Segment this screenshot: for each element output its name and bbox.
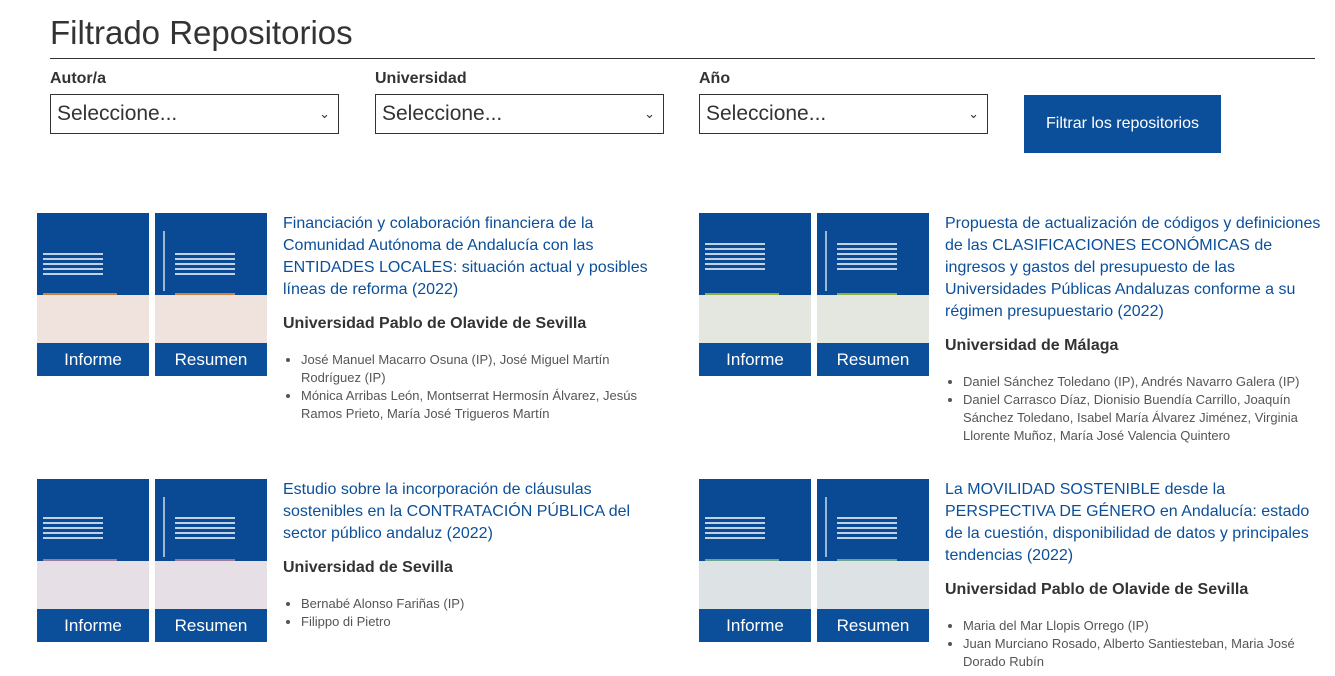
card-covers: Informe Resumen bbox=[699, 479, 929, 642]
author-item: José Manuel Macarro Osuna (IP), José Mig… bbox=[301, 351, 663, 387]
resumen-button[interactable]: Resumen bbox=[817, 609, 929, 642]
card-title[interactable]: Financiación y colaboración financiera d… bbox=[283, 213, 663, 301]
year-select[interactable]: Seleccione... ⌄ bbox=[699, 94, 988, 134]
chevron-down-icon: ⌄ bbox=[319, 106, 330, 121]
author-item: Maria del Mar Llopis Orrego (IP) bbox=[963, 617, 1325, 635]
author-list: Bernabé Alonso Fariñas (IP) Filippo di P… bbox=[283, 595, 663, 631]
author-list: José Manuel Macarro Osuna (IP), José Mig… bbox=[283, 351, 663, 423]
author-item: Daniel Sánchez Toledano (IP), Andrés Nav… bbox=[963, 373, 1325, 391]
informe-button[interactable]: Informe bbox=[699, 609, 811, 642]
resumen-button[interactable]: Resumen bbox=[155, 609, 267, 642]
author-list: Maria del Mar Llopis Orrego (IP) Juan Mu… bbox=[945, 617, 1325, 671]
resumen-button[interactable]: Resumen bbox=[817, 343, 929, 376]
card-university: Universidad Pablo de Olavide de Sevilla bbox=[945, 581, 1249, 598]
author-item: Mónica Arribas León, Montserrat Hermosín… bbox=[301, 387, 663, 423]
card-university: Universidad de Málaga bbox=[945, 337, 1119, 354]
card-title[interactable]: La MOVILIDAD SOSTENIBLE desde la PERSPEC… bbox=[945, 479, 1325, 567]
informe-button[interactable]: Informe bbox=[699, 343, 811, 376]
year-select-value: Seleccione... bbox=[706, 102, 827, 125]
filter-university: Universidad Seleccione... ⌄ bbox=[375, 70, 664, 134]
card-title[interactable]: Estudio sobre la incorporación de cláusu… bbox=[283, 479, 663, 545]
author-item: Bernabé Alonso Fariñas (IP) bbox=[301, 595, 663, 613]
author-select[interactable]: Seleccione... ⌄ bbox=[50, 94, 339, 134]
filter-author: Autor/a Seleccione... ⌄ bbox=[50, 70, 339, 134]
author-item: Filippo di Pietro bbox=[301, 613, 663, 631]
card-university: Universidad Pablo de Olavide de Sevilla bbox=[283, 315, 587, 332]
informe-button[interactable]: Informe bbox=[37, 609, 149, 642]
resumen-button[interactable]: Resumen bbox=[155, 343, 267, 376]
author-list: Daniel Sánchez Toledano (IP), Andrés Nav… bbox=[945, 373, 1325, 445]
resumen-cover[interactable]: Resumen bbox=[817, 479, 929, 642]
chevron-down-icon: ⌄ bbox=[968, 106, 979, 121]
informe-cover[interactable]: Informe bbox=[699, 479, 811, 642]
resumen-cover[interactable]: Resumen bbox=[817, 213, 929, 376]
card-title[interactable]: Propuesta de actualización de códigos y … bbox=[945, 213, 1325, 323]
author-item: Daniel Carrasco Díaz, Dionisio Buendía C… bbox=[963, 391, 1325, 445]
filter-university-label: Universidad bbox=[375, 70, 467, 87]
title-divider bbox=[50, 58, 1315, 59]
informe-cover[interactable]: Informe bbox=[37, 479, 149, 642]
chevron-down-icon: ⌄ bbox=[644, 106, 655, 121]
informe-button[interactable]: Informe bbox=[37, 343, 149, 376]
card-covers: Informe Resumen bbox=[37, 213, 267, 376]
card-covers: Informe Resumen bbox=[37, 479, 267, 642]
filter-button[interactable]: Filtrar los repositorios bbox=[1024, 95, 1221, 153]
card-covers: Informe Resumen bbox=[699, 213, 929, 376]
author-select-value: Seleccione... bbox=[57, 102, 178, 125]
filter-year: Año Seleccione... ⌄ bbox=[699, 70, 988, 134]
resumen-cover[interactable]: Resumen bbox=[155, 213, 267, 376]
resumen-cover[interactable]: Resumen bbox=[155, 479, 267, 642]
university-select[interactable]: Seleccione... ⌄ bbox=[375, 94, 664, 134]
university-select-value: Seleccione... bbox=[382, 102, 503, 125]
informe-cover[interactable]: Informe bbox=[699, 213, 811, 376]
author-item: Juan Murciano Rosado, Alberto Santiesteb… bbox=[963, 635, 1325, 671]
filter-author-label: Autor/a bbox=[50, 70, 106, 87]
page-title: Filtrado Repositorios bbox=[50, 14, 353, 51]
filter-year-label: Año bbox=[699, 70, 731, 87]
card-university: Universidad de Sevilla bbox=[283, 559, 453, 576]
informe-cover[interactable]: Informe bbox=[37, 213, 149, 376]
